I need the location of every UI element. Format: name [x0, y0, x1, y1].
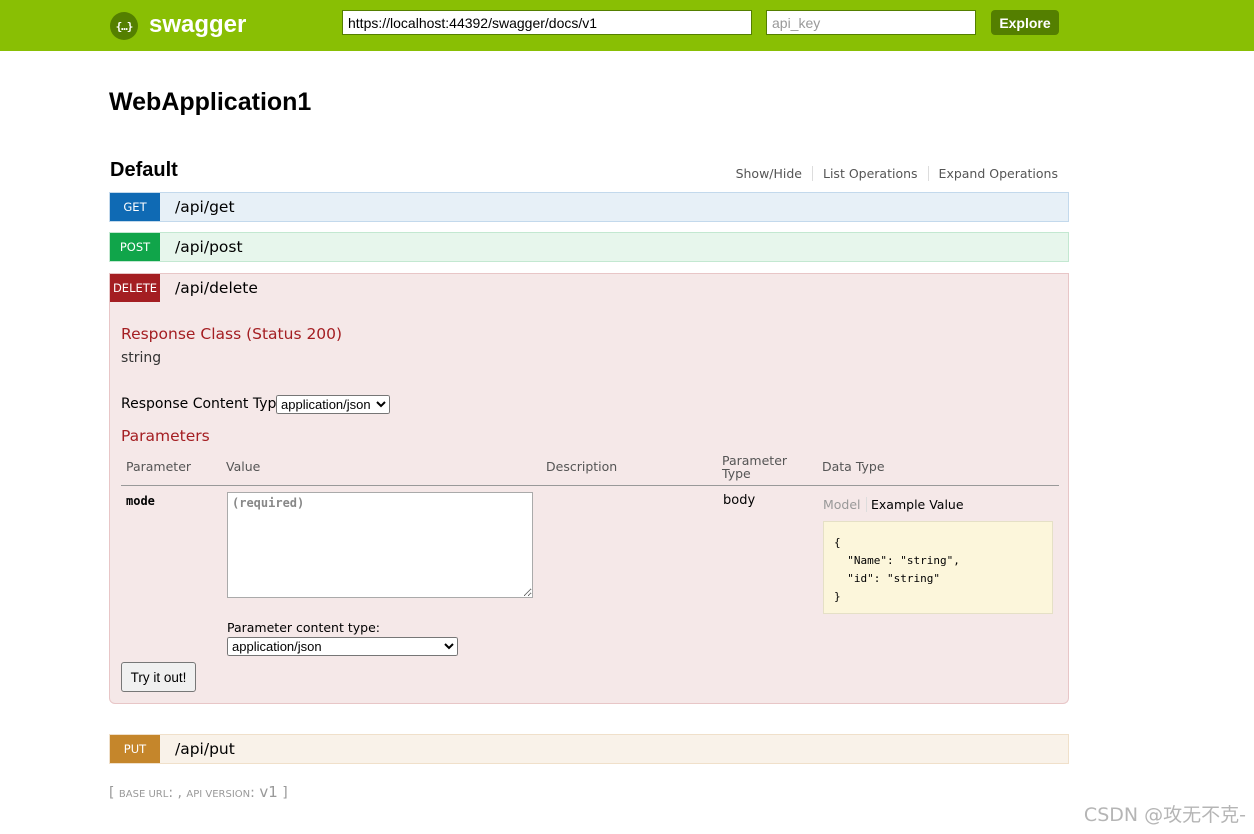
response-content-type-label: Response Content Type — [121, 396, 285, 412]
operation-delete[interactable]: DELETE /api/delete — [109, 273, 1069, 303]
table-header-divider — [121, 485, 1059, 486]
header-data-type: Data Type — [822, 459, 885, 474]
footer-base-url-value: : , — [168, 785, 187, 801]
operation-post[interactable]: POST /api/post — [109, 232, 1069, 262]
verb-badge-delete[interactable]: DELETE — [110, 274, 160, 302]
swagger-logo-text[interactable]: swagger — [149, 11, 246, 39]
operation-path-post[interactable]: /api/post — [175, 238, 243, 256]
watermark: CSDN @攻无不克- — [1083, 804, 1246, 826]
header-description: Description — [546, 459, 618, 474]
expand-operations-link[interactable]: Expand Operations — [929, 166, 1058, 181]
try-it-out-button[interactable]: Try it out! — [121, 662, 196, 692]
api-key-input[interactable] — [766, 10, 976, 35]
footer-info: [ base url: , api version: v1 ] — [109, 783, 288, 801]
header-value: Value — [226, 459, 261, 474]
footer-bracket-open: [ — [109, 785, 119, 801]
example-value-box[interactable]: { "Name": "string", "id": "string" } — [823, 521, 1053, 614]
page-title: WebApplication1 — [109, 88, 312, 116]
list-operations-link[interactable]: List Operations — [813, 166, 929, 181]
footer-api-version-value: v1 — [259, 783, 278, 801]
footer-bracket-close: ] — [277, 785, 288, 801]
section-title-default[interactable]: Default — [110, 159, 178, 182]
swagger-logo-icon[interactable]: {…} — [110, 12, 138, 40]
operation-path-put[interactable]: /api/put — [175, 740, 235, 758]
show-hide-link[interactable]: Show/Hide — [726, 166, 813, 181]
header-parameter: Parameter — [126, 459, 192, 474]
verb-badge-post[interactable]: POST — [110, 233, 160, 261]
top-bar: {…} swagger Explore — [0, 0, 1254, 51]
operation-put[interactable]: PUT /api/put — [109, 734, 1069, 764]
header-parameter-type-line2: Type — [722, 466, 751, 481]
operation-get[interactable]: GET /api/get — [109, 192, 1069, 222]
param-content-type-label: Parameter content type: — [227, 620, 380, 635]
footer-api-version-label: api version — [186, 789, 251, 800]
spec-url-input[interactable] — [342, 10, 752, 35]
header-parameter-type: Parameter Type — [722, 454, 787, 480]
response-class-value: string — [121, 350, 162, 366]
parameters-title: Parameters — [121, 427, 210, 445]
param-type-body: body — [723, 493, 756, 508]
operation-links: Show/Hide List Operations Expand Operati… — [726, 166, 1058, 181]
model-tab[interactable]: Model — [823, 497, 867, 512]
explore-button[interactable]: Explore — [991, 10, 1059, 35]
operation-path-get[interactable]: /api/get — [175, 198, 235, 216]
operation-path-delete[interactable]: /api/delete — [175, 279, 258, 297]
param-mode-textarea[interactable] — [227, 492, 533, 598]
param-content-type-select[interactable]: application/json — [227, 637, 458, 656]
response-class-title: Response Class (Status 200) — [121, 325, 343, 343]
example-value-tab[interactable]: Example Value — [871, 497, 964, 512]
param-name-mode: mode — [126, 494, 155, 508]
response-content-type-select[interactable]: application/json — [276, 395, 390, 414]
delete-operation-detail: Response Class (Status 200) string Respo… — [109, 302, 1069, 704]
footer-base-url-label: base url — [118, 789, 169, 800]
verb-badge-put[interactable]: PUT — [110, 735, 160, 763]
footer-api-version-sep: : — [250, 785, 260, 801]
verb-badge-get[interactable]: GET — [110, 193, 160, 221]
